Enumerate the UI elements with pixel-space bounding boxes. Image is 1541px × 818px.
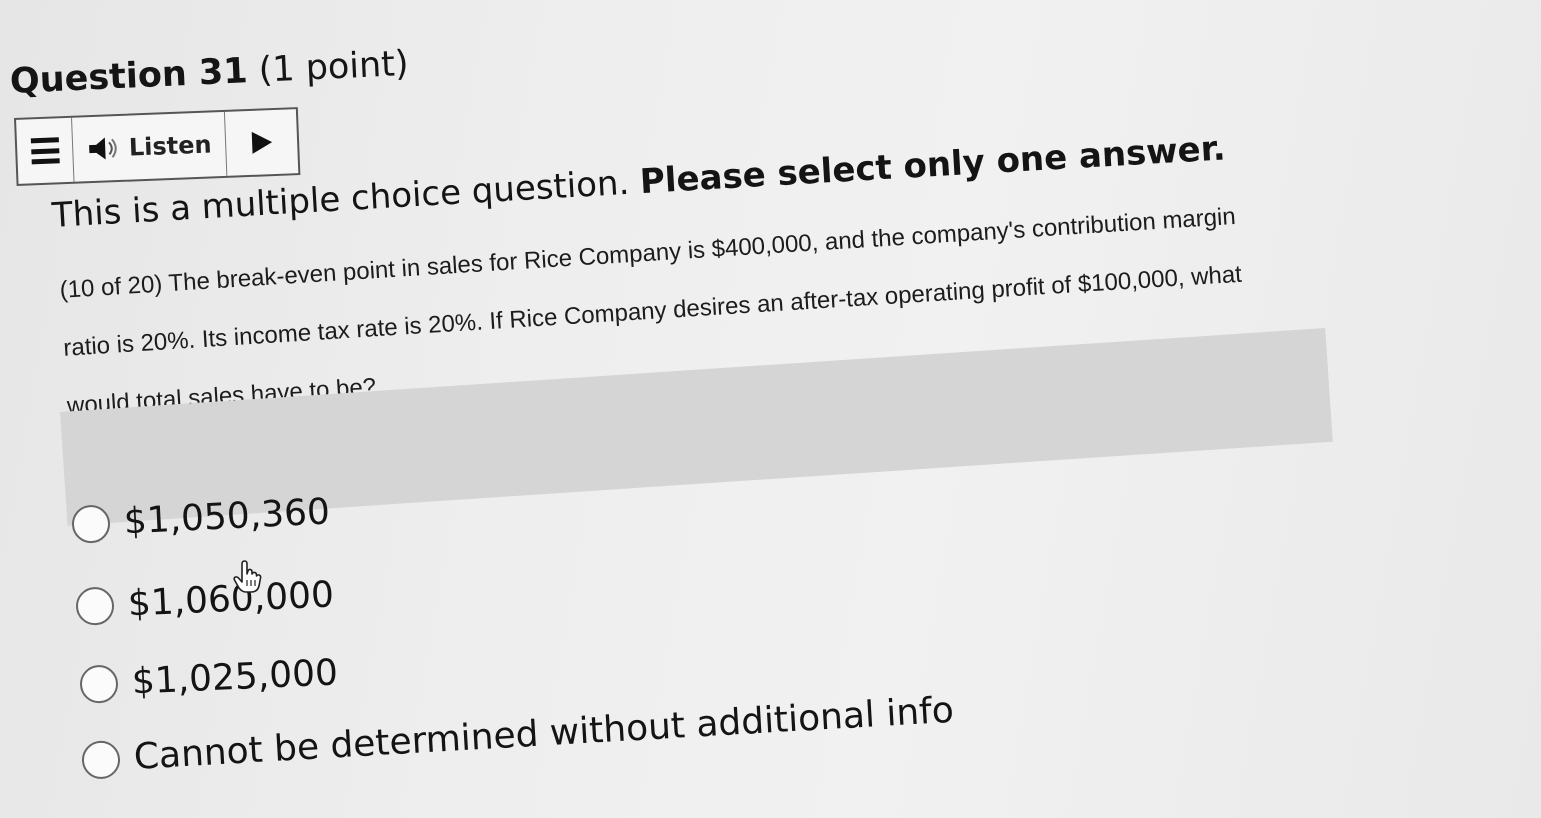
listen-button[interactable]: Listen [72,111,228,182]
option-4-radio[interactable] [80,739,122,780]
quiz-page: Question 31 (1 point) Listen This is a m… [0,0,1541,818]
read-aloud-toolbar: Listen [14,107,301,186]
play-button[interactable] [225,109,298,176]
option-2-label: $1,060,000 [127,574,335,625]
option-1-radio[interactable] [71,503,111,544]
option-4[interactable]: Cannot be determined without additional … [80,689,955,781]
play-icon [251,131,273,154]
option-3-radio[interactable] [79,663,119,704]
option-3[interactable]: $1,025,000 [79,652,339,705]
hamburger-menu-icon [30,137,60,165]
question-heading: Question 31 (1 point) [9,44,409,102]
listen-label: Listen [128,130,213,162]
question-number: Question 31 [9,51,249,102]
option-2-radio[interactable] [75,585,115,626]
option-2[interactable]: $1,060,000 [75,574,335,627]
option-4-label: Cannot be determined without additional … [132,689,955,778]
read-aloud-menu-button[interactable] [16,117,75,184]
hand-pointer-icon [233,560,262,593]
instruction-bold: Please select only one answer. [638,128,1227,203]
question-points: (1 point) [257,43,410,91]
option-1-label: $1,050,360 [122,491,331,543]
speaker-icon [88,137,117,160]
option-3-label: $1,025,000 [131,652,339,703]
